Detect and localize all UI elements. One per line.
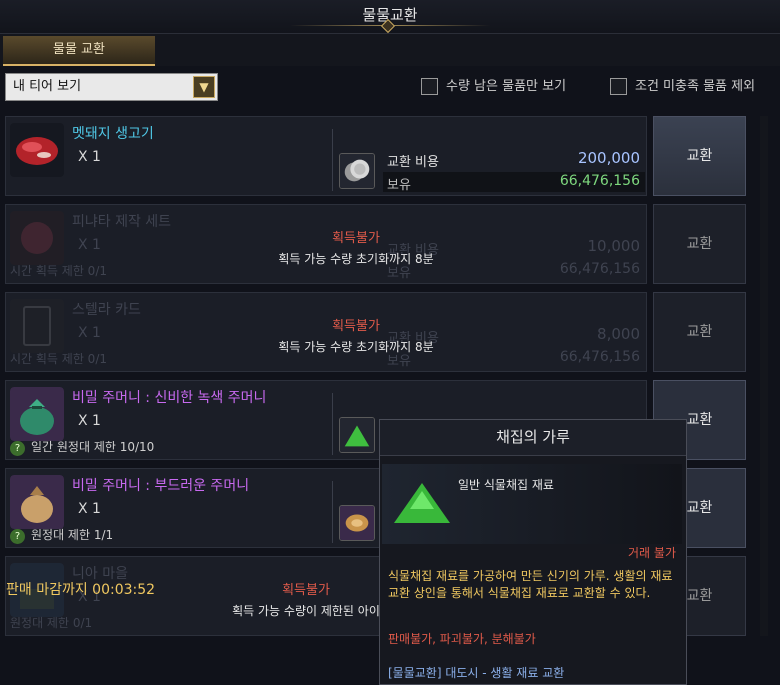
tooltip-trade-status: 거래 불가 bbox=[628, 546, 676, 560]
tier-dropdown-value: 내 티어 보기 bbox=[13, 79, 82, 94]
item-qty: X 1 bbox=[78, 149, 101, 165]
cost-label: 교환 비용 bbox=[387, 155, 439, 170]
tier-dropdown[interactable]: 내 티어 보기 ▼ bbox=[5, 73, 218, 101]
cloth-pouch-icon bbox=[10, 475, 64, 529]
item-tooltip: 채집의 가루 일반 식물채집 재료 거래 불가 식물채집 재료를 가공하여 만든… bbox=[379, 419, 687, 685]
checkbox-box[interactable] bbox=[421, 78, 438, 95]
list-scrollbar[interactable] bbox=[760, 116, 768, 636]
item-limit: ? 일간 원정대 제한 10/10 bbox=[10, 438, 154, 456]
cost-value: 10,000 bbox=[587, 237, 641, 255]
item-limit-text: 일간 원정대 제한 10/10 bbox=[31, 440, 155, 454]
item-qty: X 1 bbox=[78, 501, 101, 517]
exchange-button[interactable]: 교환 bbox=[653, 116, 746, 196]
item-name: 피냐타 제작 세트 bbox=[72, 214, 172, 230]
item-name: 비밀 주머니 : 신비한 녹색 주머니 bbox=[72, 390, 267, 406]
cost-value: 8,000 bbox=[597, 325, 640, 343]
owned-value: 66,476,156 bbox=[559, 349, 640, 365]
list-item: 멧돼지 생고기 X 1 교환 비용 200,000 보유 66,476,156 bbox=[5, 116, 647, 196]
tooltip-description: 식물채집 재료를 가공하여 만든 신기의 가루. 생활의 재료 교환 상인을 통… bbox=[388, 569, 673, 600]
checkbox-box[interactable] bbox=[610, 78, 627, 95]
item-limit: 시간 획득 제한 0/1 bbox=[10, 352, 107, 366]
row-divider bbox=[332, 393, 333, 455]
item-limit: 원정대 제한 0/1 bbox=[10, 616, 93, 630]
green-powder-icon bbox=[339, 417, 375, 453]
unavailable-label: 획득불가 bbox=[332, 319, 380, 334]
exchange-button[interactable]: 교환 bbox=[653, 292, 746, 372]
sale-deadline-timer: 판매 마감까지 00:03:52 bbox=[6, 582, 156, 598]
green-powder-icon bbox=[394, 483, 450, 523]
item-qty: X 1 bbox=[78, 325, 101, 341]
hide-unmet-checkbox[interactable]: 조건 미충족 물품 제외 bbox=[610, 78, 755, 96]
chevron-down-icon[interactable]: ▼ bbox=[193, 76, 215, 98]
unavailable-notice: 획득불가 획득 가능 수량 초기화까지 8분 bbox=[196, 227, 516, 267]
help-icon[interactable]: ? bbox=[10, 529, 25, 544]
pinata-icon bbox=[10, 211, 64, 265]
tooltip-category: 일반 식물채집 재료 bbox=[458, 478, 554, 492]
silver-coin-icon bbox=[339, 153, 375, 189]
wood-log-icon bbox=[339, 505, 375, 541]
owned-label: 보유 bbox=[387, 178, 411, 193]
hide-unmet-label: 조건 미충족 물품 제외 bbox=[635, 79, 756, 94]
reset-timer-note: 획득 가능 수량 초기화까지 8분 bbox=[278, 340, 434, 354]
reset-timer-note: 획득 가능 수량 초기화까지 8분 bbox=[278, 252, 434, 266]
item-limit: 시간 획득 제한 0/1 bbox=[10, 264, 107, 278]
tab-barter[interactable]: 물물 교환 bbox=[3, 36, 155, 66]
window-titlebar: 물물교환 bbox=[0, 0, 780, 34]
item-name: 멧돼지 생고기 bbox=[72, 126, 154, 142]
item-qty: X 1 bbox=[78, 237, 101, 253]
remaining-only-checkbox[interactable]: 수량 남은 물품만 보기 bbox=[421, 78, 566, 96]
tooltip-title: 채집의 가루 bbox=[380, 420, 686, 456]
row-divider bbox=[332, 129, 333, 191]
tooltip-restrictions: 판매불가, 파괴불가, 분해불가 bbox=[388, 632, 536, 646]
help-icon[interactable]: ? bbox=[10, 441, 25, 456]
item-name: 스텔라 카드 bbox=[72, 302, 141, 318]
card-icon bbox=[10, 299, 64, 353]
cost-value: 200,000 bbox=[577, 149, 640, 167]
list-item: 스텔라 카드 X 1 시간 획득 제한 0/1 교환 비용 8,000 보유 6… bbox=[5, 292, 647, 372]
tab-bar: 물물 교환 bbox=[0, 34, 780, 66]
unavailable-notice: 획득불가 획득 가능 수량 초기화까지 8분 bbox=[196, 315, 516, 355]
item-limit-text: 원정대 제한 1/1 bbox=[31, 528, 114, 542]
owned-value: 66,476,156 bbox=[559, 173, 640, 189]
item-limit: ? 원정대 제한 1/1 bbox=[10, 526, 113, 544]
item-qty: X 1 bbox=[78, 413, 101, 429]
row-divider bbox=[332, 481, 333, 543]
owned-value: 66,476,156 bbox=[559, 261, 640, 277]
green-pouch-icon bbox=[10, 387, 64, 441]
remaining-only-label: 수량 남은 물품만 보기 bbox=[446, 79, 567, 94]
tooltip-source: [물물교환] 대도시 - 생활 재료 교환 bbox=[388, 666, 565, 680]
item-name: 비밀 주머니 : 부드러운 주머니 bbox=[72, 478, 250, 494]
unavailable-label: 획득불가 bbox=[332, 231, 380, 246]
exchange-button[interactable]: 교환 bbox=[653, 204, 746, 284]
list-item: 피냐타 제작 세트 X 1 시간 획득 제한 0/1 교환 비용 10,000 … bbox=[5, 204, 647, 284]
raw-meat-icon bbox=[10, 123, 64, 177]
